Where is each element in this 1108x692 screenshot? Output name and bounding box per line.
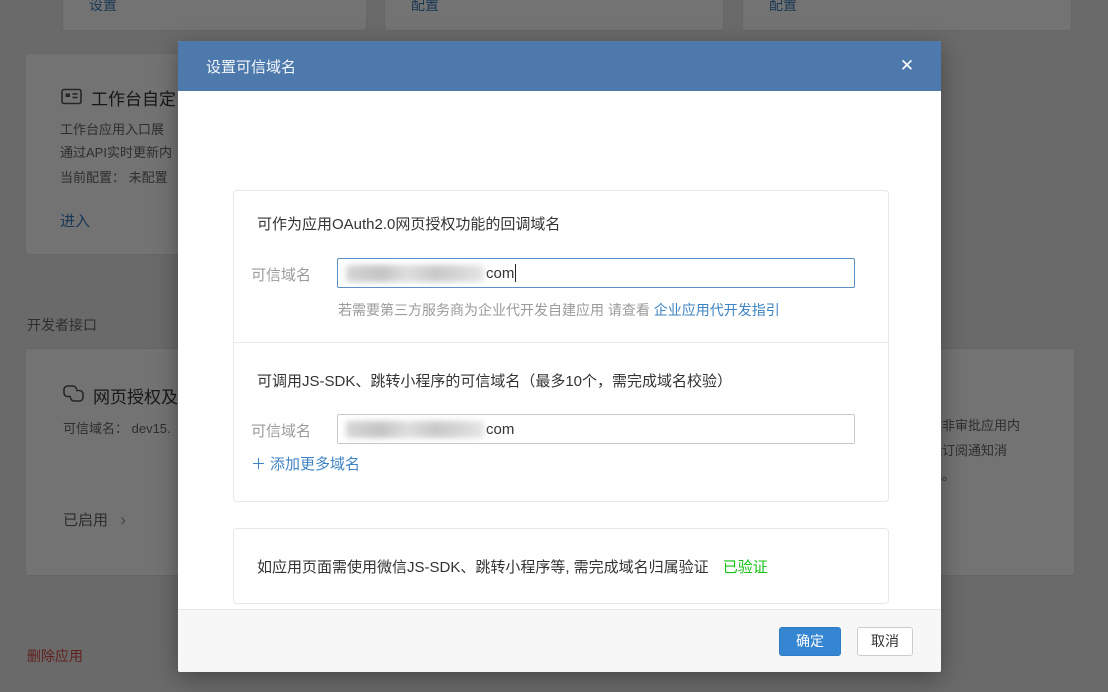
oauth-domain-input[interactable]: com [337,258,855,288]
verification-text: 如应用页面需使用微信JS-SDK、跳转小程序等, 需完成域名归属验证 [257,556,709,577]
add-domain-label: 添加更多域名 [270,456,360,473]
jssdk-section: 可调用JS-SDK、跳转小程序的可信域名（最多10个，需完成域名校验） 可信域名… [234,343,888,501]
set-trusted-domain-dialog: 设置可信域名 ✕ 可作为应用OAuth2.0网页授权功能的回调域名 可信域名 c… [178,41,941,672]
jssdk-domain-label: 可信域名 [251,420,311,441]
jssdk-domain-value: com [486,421,514,438]
third-party-helper: 若需要第三方服务商为企业代开发自建应用 请查看 企业应用代开发指引 [338,300,780,320]
oauth-domain-label: 可信域名 [251,264,311,285]
dev-guide-link[interactable]: 企业应用代开发指引 [654,302,780,318]
jssdk-section-title: 可调用JS-SDK、跳转小程序的可信域名（最多10个，需完成域名校验） [257,370,732,391]
close-icon[interactable]: ✕ [895,54,919,78]
oauth-section-title: 可作为应用OAuth2.0网页授权功能的回调域名 [257,213,560,234]
helper-text: 若需要第三方服务商为企业代开发自建应用 请查看 [338,302,654,318]
verified-link[interactable]: 已验证 [723,556,768,577]
cancel-button[interactable]: 取消 [857,627,913,656]
dialog-footer: 确定 取消 [178,609,941,672]
dialog-title: 设置可信域名 [206,56,296,77]
dialog-body: 可作为应用OAuth2.0网页授权功能的回调域名 可信域名 com 若需要第三方… [178,91,941,609]
add-domain-link[interactable]: ＋添加更多域名 [251,453,360,474]
confirm-button[interactable]: 确定 [779,627,841,656]
plus-icon: ＋ [251,456,266,473]
page-stage: 设置 配置 配置 工作台自定 工作台应用入口展 通过API实时更新内 当前配置：… [0,0,1108,692]
domains-panel: 可作为应用OAuth2.0网页授权功能的回调域名 可信域名 com 若需要第三方… [233,190,889,502]
redacted-domain-blur-2 [346,421,484,438]
oauth-domain-value: com [486,265,514,282]
jssdk-domain-input[interactable]: com [337,414,855,444]
redacted-domain-blur [346,265,484,282]
text-caret [515,264,516,282]
dialog-header: 设置可信域名 ✕ [178,41,941,91]
verification-panel: 如应用页面需使用微信JS-SDK、跳转小程序等, 需完成域名归属验证 已验证 [233,528,889,604]
oauth-callback-section: 可作为应用OAuth2.0网页授权功能的回调域名 可信域名 com 若需要第三方… [234,191,888,343]
